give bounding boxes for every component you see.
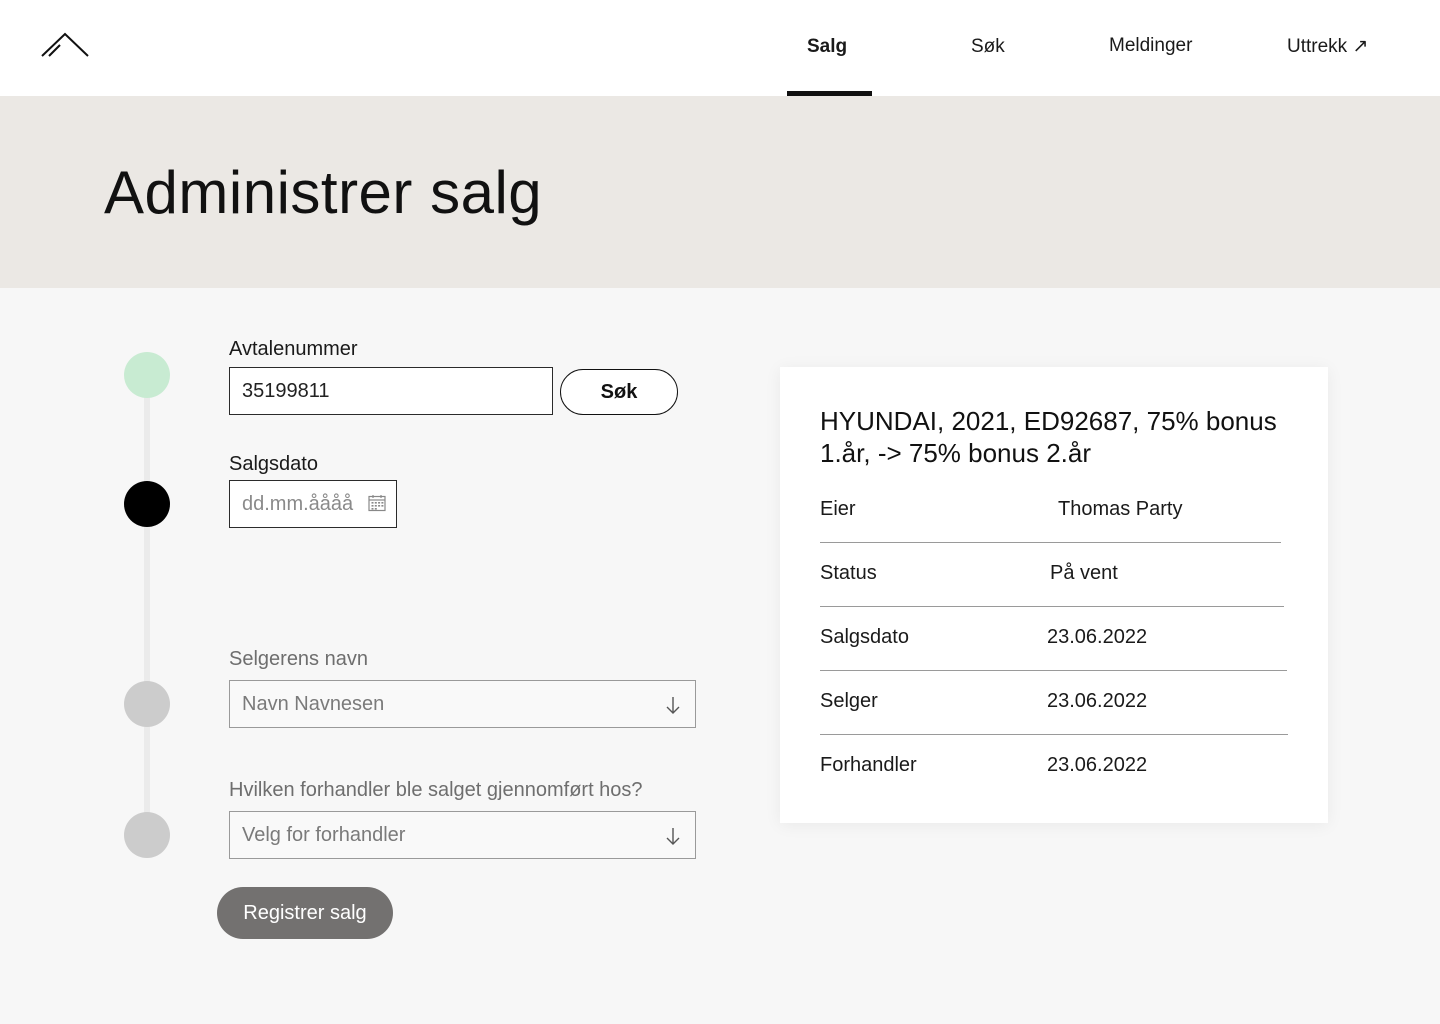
- summary-row-value: 23.06.2022: [1047, 690, 1148, 712]
- top-navigation: Salg Søk Meldinger Uttrekk ↗: [0, 0, 1440, 96]
- summary-row-status: Status På vent: [820, 543, 1284, 607]
- summary-row-seller: Selger 23.06.2022: [820, 671, 1288, 735]
- dealer-value: Velg for forhandler: [242, 823, 406, 846]
- sale-summary-card: HYUNDAI, 2021, ED92687, 75% bonus 1.år, …: [780, 367, 1328, 823]
- summary-row-key: Salgsdato: [820, 626, 909, 648]
- summary-row-key: Forhandler: [820, 754, 917, 776]
- calendar-icon[interactable]: [368, 494, 386, 512]
- step-indicator-current: [124, 481, 170, 527]
- step-indicator-complete: [124, 352, 170, 398]
- summary-row-sale-date: Salgsdato 23.06.2022: [820, 607, 1287, 671]
- dealer-select[interactable]: Velg for forhandler: [229, 811, 696, 859]
- seller-name-value: Navn Navnesen: [242, 692, 385, 715]
- summary-row-key: Selger: [820, 690, 878, 712]
- search-button[interactable]: Søk: [560, 369, 678, 415]
- agreement-number-value: 35199811: [242, 379, 330, 402]
- agreement-number-label: Avtalenummer: [229, 338, 358, 360]
- page-title: Administrer salg: [104, 159, 543, 226]
- summary-row-value: På vent: [1050, 562, 1118, 584]
- nav-item-uttrekk[interactable]: Uttrekk ↗: [1287, 35, 1368, 58]
- nav-item-sok[interactable]: Søk: [971, 36, 1005, 58]
- arrow-down-icon: [666, 697, 680, 714]
- seller-name-select[interactable]: Navn Navnesen: [229, 680, 696, 728]
- summary-row-key: Status: [820, 562, 877, 584]
- summary-row-dealer: Forhandler 23.06.2022: [820, 735, 1286, 799]
- sale-date-placeholder: dd.mm.åååå: [242, 492, 354, 515]
- step-indicator-inactive: [124, 812, 170, 858]
- home-logo-icon[interactable]: [40, 30, 90, 60]
- register-sale-button[interactable]: Registrer salg: [217, 887, 393, 939]
- summary-row-value: 23.06.2022: [1047, 754, 1148, 776]
- summary-title: HYUNDAI, 2021, ED92687, 75% bonus 1.år, …: [820, 406, 1277, 468]
- summary-row-owner: Eier Thomas Party: [820, 479, 1281, 543]
- summary-row-value: Thomas Party: [1058, 498, 1183, 520]
- arrow-down-icon: [666, 828, 680, 845]
- summary-row-value: 23.06.2022: [1047, 626, 1148, 648]
- page-header: Administrer salg: [0, 96, 1440, 288]
- dealer-label: Hvilken forhandler ble salget gjennomfør…: [229, 779, 643, 801]
- step-indicator-inactive: [124, 681, 170, 727]
- sale-date-input[interactable]: dd.mm.åååå: [229, 480, 397, 528]
- nav-item-meldinger[interactable]: Meldinger: [1109, 35, 1192, 57]
- nav-item-salg[interactable]: Salg: [807, 36, 847, 58]
- agreement-number-input[interactable]: 35199811: [229, 367, 553, 415]
- summary-row-key: Eier: [820, 498, 856, 520]
- stepper-track: [144, 374, 150, 834]
- sale-date-label: Salgsdato: [229, 453, 318, 475]
- seller-name-label: Selgerens navn: [229, 648, 368, 670]
